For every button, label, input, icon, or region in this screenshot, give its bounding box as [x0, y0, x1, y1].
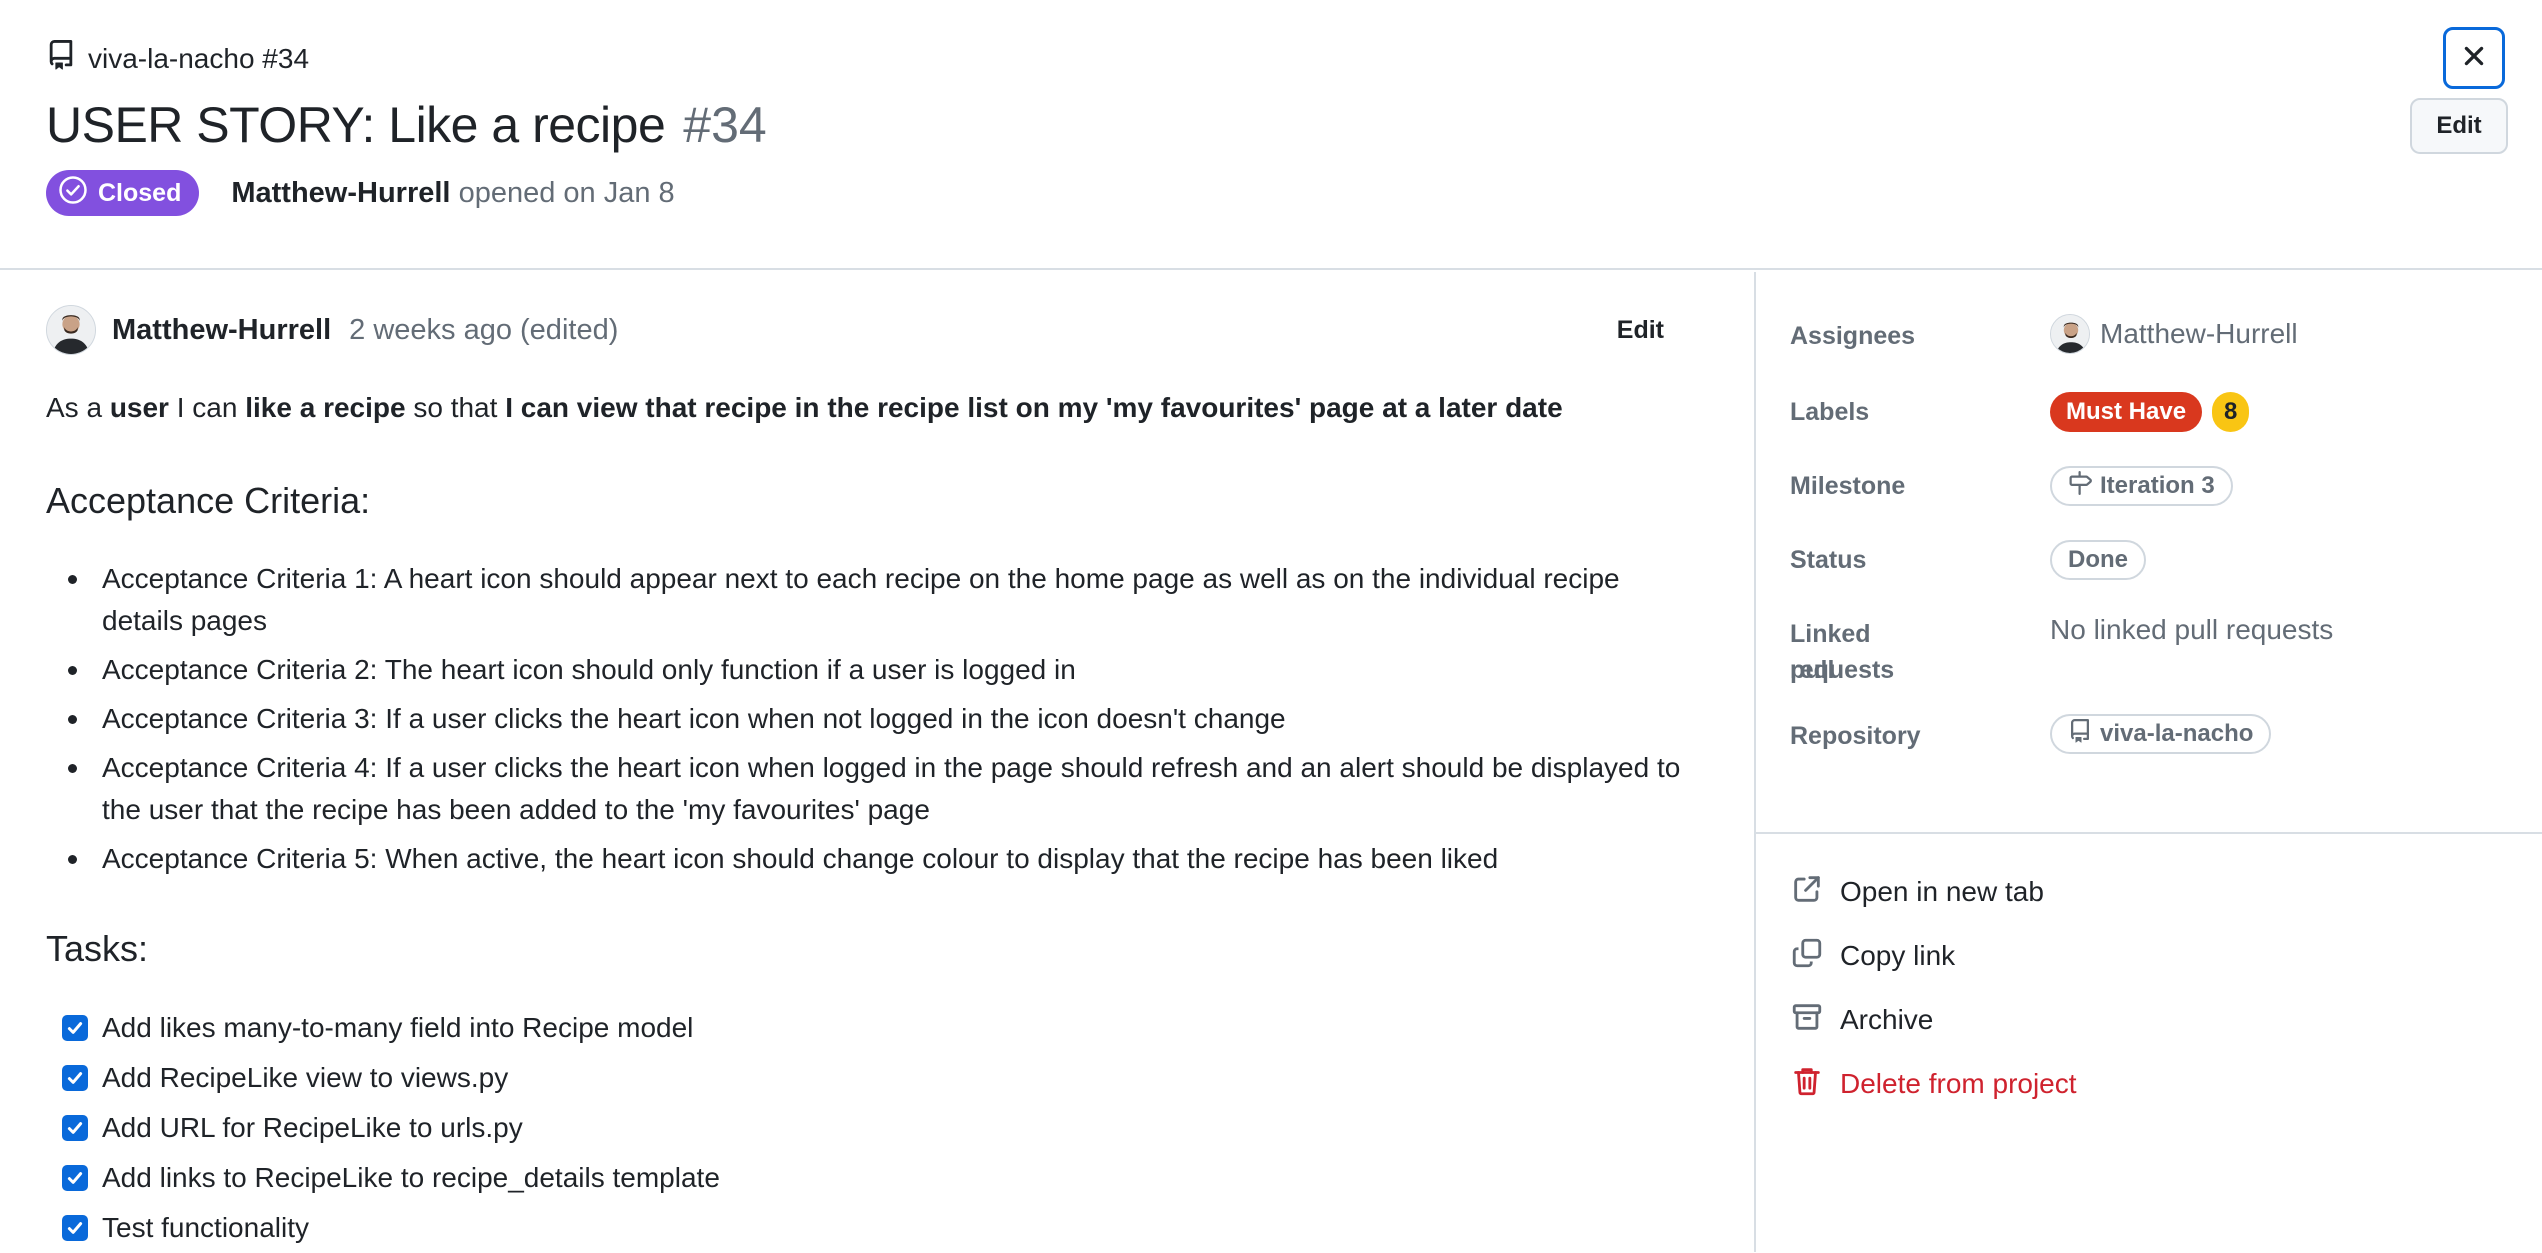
list-item: Acceptance Criteria 4: If a user clicks …	[68, 747, 1702, 831]
task-list: Add likes many-to-many field into Recipe…	[62, 1003, 720, 1253]
assignees-label: Assignees	[1790, 322, 1916, 350]
labels-value: Must Have 8	[2050, 392, 2250, 432]
edit-title-button[interactable]: Edit	[2410, 98, 2508, 154]
label-must-have[interactable]: Must Have	[2050, 392, 2203, 432]
checkbox-checked-icon[interactable]	[62, 1015, 88, 1041]
close-icon	[2461, 43, 2487, 74]
story-part: so that	[405, 392, 506, 423]
comment-edit-button[interactable]: Edit	[1617, 316, 1664, 345]
status-badge: Closed	[46, 170, 200, 216]
comment-header: Matthew-Hurrell 2 weeks ago (edited) Edi…	[46, 304, 1694, 356]
list-item: Acceptance Criteria 5: When active, the …	[68, 838, 1702, 880]
repository-name: viva-la-nacho	[2100, 720, 2254, 747]
repo-icon	[46, 40, 76, 77]
story-bold: like a recipe	[245, 392, 406, 423]
acceptance-criteria-list: Acceptance Criteria 1: A heart icon shou…	[68, 558, 1702, 887]
open-in-new-tab-label: Open in new tab	[1840, 876, 2044, 907]
story-bold: user	[109, 392, 169, 423]
task-label: Add RecipeLike view to views.py	[102, 1062, 509, 1093]
task-label: Add links to RecipeLike to recipe_detail…	[102, 1162, 720, 1193]
milestone-label: Milestone	[1790, 472, 1906, 500]
avatar[interactable]	[46, 305, 96, 355]
trash-icon	[1790, 1064, 1840, 1105]
task-item: Add RecipeLike view to views.py	[62, 1053, 720, 1103]
item-actions-menu: Open in new tab Copy link Archive Delete…	[1790, 860, 2077, 1116]
link-external-icon	[1790, 872, 1840, 913]
story-part: I can	[168, 392, 246, 423]
milestone-icon	[2068, 470, 2092, 502]
milestone-pill[interactable]: Iteration 3	[2050, 466, 2233, 506]
linked-prs-value: No linked pull requests	[2050, 614, 2334, 645]
issue-body: Matthew-Hurrell 2 weeks ago (edited) Edi…	[0, 272, 1754, 1252]
issue-author-link[interactable]: Matthew-Hurrell	[231, 177, 450, 209]
status-label: Status	[1790, 546, 1867, 574]
list-item: Acceptance Criteria 2: The heart icon sh…	[68, 649, 1702, 691]
opened-date: opened on Jan 8	[458, 176, 675, 209]
repository-label: Repository	[1790, 722, 1921, 750]
issue-title-row: USER STORY: Like a recipe #34	[46, 96, 767, 154]
assignee-name: Matthew-Hurrell	[2100, 318, 2298, 349]
status-pill[interactable]: Done	[2050, 540, 2146, 580]
label-points[interactable]: 8	[2212, 392, 2250, 432]
delete-from-project-label: Delete from project	[1840, 1068, 2077, 1099]
check-circle-icon	[58, 175, 88, 212]
list-item: Acceptance Criteria 3: If a user clicks …	[68, 698, 1702, 740]
repository-pill[interactable]: viva-la-nacho	[2050, 714, 2272, 754]
repo-icon	[2068, 718, 2092, 750]
open-in-new-tab-action[interactable]: Open in new tab	[1790, 860, 2077, 924]
archive-label: Archive	[1840, 1004, 1934, 1035]
issue-title: USER STORY: Like a recipe	[46, 97, 666, 153]
avatar	[2050, 314, 2090, 354]
issue-number: #34	[683, 97, 767, 153]
list-item: Acceptance Criteria 1: A heart icon shou…	[68, 558, 1702, 642]
user-story-text: As a user I can like a recipe so that I …	[46, 392, 1563, 424]
checkbox-checked-icon[interactable]	[62, 1065, 88, 1091]
labels-label: Labels	[1790, 398, 1870, 426]
delete-from-project-action[interactable]: Delete from project	[1790, 1052, 2077, 1116]
issue-state-row: Closed Matthew-Hurrell opened on Jan 8	[46, 170, 675, 216]
copy-icon	[1790, 936, 1840, 977]
checkbox-checked-icon[interactable]	[62, 1215, 88, 1241]
task-label: Add URL for RecipeLike to urls.py	[102, 1112, 523, 1143]
checkbox-checked-icon[interactable]	[62, 1115, 88, 1141]
acceptance-criteria-heading: Acceptance Criteria:	[46, 480, 371, 521]
repo-reference-text: viva-la-nacho #34	[88, 42, 310, 74]
task-item: Add likes many-to-many field into Recipe…	[62, 1003, 720, 1053]
story-part: As a	[46, 392, 110, 423]
task-label: Test functionality	[102, 1212, 309, 1243]
copy-link-label: Copy link	[1840, 940, 1956, 971]
checkbox-checked-icon[interactable]	[62, 1165, 88, 1191]
sidebar-divider	[1756, 832, 2542, 834]
opened-meta: Matthew-Hurrell opened on Jan 8	[231, 177, 674, 210]
task-item: Test functionality	[62, 1203, 720, 1253]
linked-prs-label-line2: requests	[1790, 656, 1895, 684]
task-label: Add likes many-to-many field into Recipe…	[102, 1012, 694, 1043]
issue-header: viva-la-nacho #34 USER STORY: Like a rec…	[0, 0, 2542, 270]
comment-author[interactable]: Matthew-Hurrell	[112, 314, 331, 347]
repository-value: viva-la-nacho	[2050, 714, 2272, 754]
status-badge-label: Closed	[98, 178, 182, 207]
copy-link-action[interactable]: Copy link	[1790, 924, 2077, 988]
archive-action[interactable]: Archive	[1790, 988, 2077, 1052]
milestone-name: Iteration 3	[2100, 472, 2215, 499]
story-bold: I can view that recipe in the recipe lis…	[505, 392, 1563, 423]
assignee-value[interactable]: Matthew-Hurrell	[2050, 314, 2298, 354]
milestone-value: Iteration 3	[2050, 466, 2233, 506]
close-button[interactable]	[2443, 27, 2505, 89]
repo-reference[interactable]: viva-la-nacho #34	[46, 40, 309, 77]
status-value: Done	[2050, 540, 2146, 580]
issue-sidebar: Assignees Matthew-Hurrell Labels Must Ha…	[1754, 272, 2542, 1252]
archive-icon	[1790, 1000, 1840, 1041]
comment-timestamp[interactable]: 2 weeks ago (edited)	[349, 314, 618, 347]
task-item: Add URL for RecipeLike to urls.py	[62, 1103, 720, 1153]
tasks-heading: Tasks:	[46, 928, 149, 969]
task-item: Add links to RecipeLike to recipe_detail…	[62, 1153, 720, 1203]
